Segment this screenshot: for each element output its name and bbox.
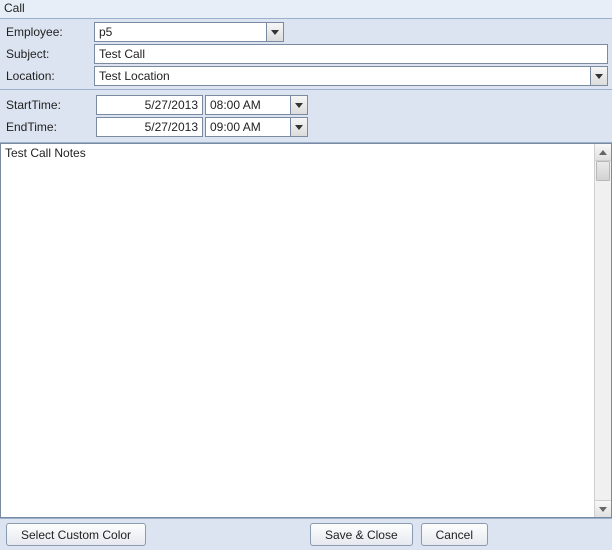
- chevron-down-icon: [295, 103, 303, 108]
- call-dialog: Call Employee: p5 Subject: Test Call Loc…: [0, 0, 612, 550]
- employee-dropdown-button[interactable]: [266, 23, 283, 41]
- subject-label: Subject:: [4, 47, 94, 61]
- subject-row: Subject: Test Call: [0, 43, 612, 65]
- employee-value: p5: [95, 23, 266, 41]
- scroll-track[interactable]: [595, 181, 611, 500]
- save-close-button[interactable]: Save & Close: [310, 523, 413, 546]
- location-value: Test Location: [95, 67, 590, 85]
- location-row: Location: Test Location: [0, 65, 612, 87]
- location-dropdown-button[interactable]: [590, 67, 607, 85]
- notes-scrollbar[interactable]: [594, 144, 611, 517]
- end-time-combo[interactable]: 09:00 AM: [205, 117, 308, 137]
- start-time-dropdown-button[interactable]: [290, 96, 307, 114]
- scroll-down-button[interactable]: [595, 500, 611, 517]
- button-bar: Select Custom Color Save & Close Cancel: [0, 518, 612, 550]
- employee-label: Employee:: [4, 25, 94, 39]
- window-title: Call: [0, 0, 612, 18]
- chevron-up-icon: [599, 150, 607, 155]
- start-date-input[interactable]: 5/27/2013: [96, 95, 203, 115]
- start-time-combo[interactable]: 08:00 AM: [205, 95, 308, 115]
- chevron-down-icon: [595, 74, 603, 79]
- location-label: Location:: [4, 69, 94, 83]
- employee-combo[interactable]: p5: [94, 22, 284, 42]
- chevron-down-icon: [271, 30, 279, 35]
- notes-textarea[interactable]: Test Call Notes: [0, 143, 612, 518]
- subject-value: Test Call: [99, 47, 145, 61]
- start-time-value: 08:00 AM: [206, 96, 290, 114]
- scroll-up-button[interactable]: [595, 144, 611, 161]
- form-section: Employee: p5 Subject: Test Call Location…: [0, 18, 612, 90]
- subject-input[interactable]: Test Call: [94, 44, 608, 64]
- starttime-label: StartTime:: [4, 98, 94, 112]
- start-date-value: 5/27/2013: [145, 98, 198, 112]
- endtime-row: EndTime: 5/27/2013 09:00 AM: [0, 116, 612, 138]
- location-combo[interactable]: Test Location: [94, 66, 608, 86]
- time-section: StartTime: 5/27/2013 08:00 AM EndTime: 5…: [0, 90, 612, 143]
- select-custom-color-button[interactable]: Select Custom Color: [6, 523, 146, 546]
- chevron-down-icon: [295, 125, 303, 130]
- employee-row: Employee: p5: [0, 21, 612, 43]
- cancel-button[interactable]: Cancel: [421, 523, 488, 546]
- chevron-down-icon: [599, 507, 607, 512]
- end-date-value: 5/27/2013: [145, 120, 198, 134]
- end-time-dropdown-button[interactable]: [290, 118, 307, 136]
- endtime-label: EndTime:: [4, 120, 94, 134]
- notes-value: Test Call Notes: [1, 144, 594, 517]
- scroll-thumb[interactable]: [596, 161, 610, 181]
- end-time-value: 09:00 AM: [206, 118, 290, 136]
- end-date-input[interactable]: 5/27/2013: [96, 117, 203, 137]
- starttime-row: StartTime: 5/27/2013 08:00 AM: [0, 94, 612, 116]
